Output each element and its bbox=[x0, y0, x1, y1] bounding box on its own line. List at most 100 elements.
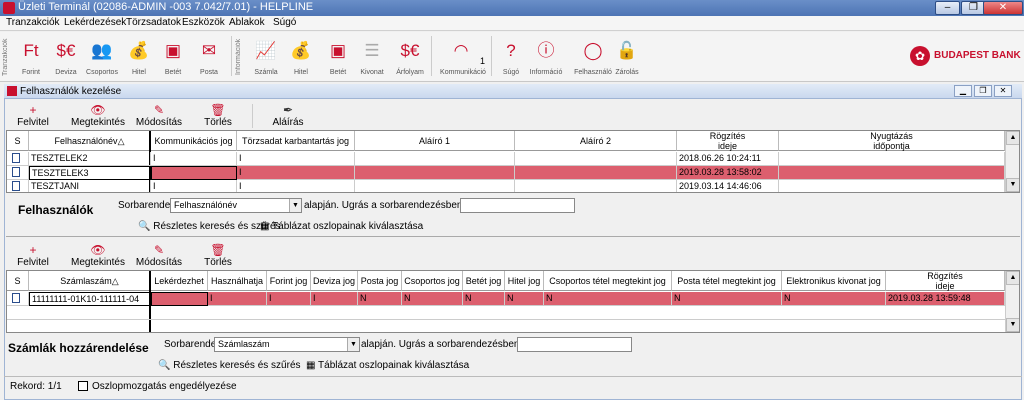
accounts-detailed-search-link[interactable]: 🔍 Részletes keresés és szűrés bbox=[158, 360, 301, 371]
header-alairo-2[interactable]: Aláíró 2 bbox=[515, 131, 677, 151]
view-user-button[interactable]: 👁 Megtekintés bbox=[70, 103, 126, 133]
cell-e-kivonat[interactable]: N bbox=[782, 292, 886, 306]
accounts-jump-input[interactable] bbox=[517, 337, 632, 352]
header-csoportos-jog[interactable]: Csoportos jog bbox=[402, 271, 463, 291]
cell-alairo1[interactable] bbox=[355, 180, 515, 192]
header-kommunikacios-jog[interactable]: Kommunikációs jog bbox=[151, 131, 237, 151]
header-e-kivonat-jog[interactable]: Elektronikus kivonat jog bbox=[782, 271, 886, 291]
cell-torzs[interactable]: I bbox=[237, 180, 355, 192]
accounts-sort-select[interactable]: Számlaszám ▼ bbox=[214, 337, 360, 352]
header-alairo-1[interactable]: Aláíró 1 bbox=[355, 131, 515, 151]
header-szamlaszam[interactable]: Számlaszám △ bbox=[29, 271, 151, 291]
cell-forint[interactable]: I bbox=[267, 292, 311, 306]
menu-tranzakciok[interactable]: Tranzakciók bbox=[6, 17, 60, 28]
edit-account-button[interactable]: ✎ Módosítás bbox=[134, 243, 184, 273]
delete-account-button[interactable]: 🗑 Törlés bbox=[200, 243, 236, 273]
header-felhasznalonev[interactable]: Felhasználónév △ bbox=[29, 131, 151, 151]
view-account-button[interactable]: 👁 Megtekintés bbox=[70, 243, 126, 273]
cell-torzs[interactable]: I bbox=[237, 166, 355, 180]
users-jump-input[interactable] bbox=[460, 198, 575, 213]
users-sort-select[interactable]: Felhasználónév ▼ bbox=[170, 198, 302, 213]
header-rogzites-ideje[interactable]: Rögzítés ideje bbox=[677, 131, 779, 151]
window-title: Üzleti Terminál (02086-ADMIN -003 7.042/… bbox=[18, 1, 314, 13]
header-hasznalhatja[interactable]: Használhatja bbox=[208, 271, 267, 291]
cell-account-number[interactable]: 11111111-01K10-111111-04 bbox=[29, 292, 151, 306]
menu-sugo[interactable]: Súgó bbox=[273, 17, 296, 28]
users-column-select-link[interactable]: ▦ Táblázat oszlopainak kiválasztása bbox=[260, 221, 423, 232]
toolbar-zarolas-button[interactable]: 🔓 Zárolás bbox=[608, 34, 646, 80]
cell-username[interactable]: TESZTELEK3 bbox=[29, 166, 151, 180]
scroll-down-icon[interactable]: ▼ bbox=[1006, 318, 1019, 332]
cell-alairo1[interactable] bbox=[355, 166, 515, 180]
scroll-down-icon[interactable]: ▼ bbox=[1006, 178, 1019, 192]
inner-close-button[interactable]: ✕ bbox=[994, 85, 1012, 97]
cell-nyugta[interactable] bbox=[779, 166, 1005, 180]
cell-rogzites[interactable]: 2018.06.26 10:24:11 bbox=[677, 152, 779, 166]
toolbar-posta-button[interactable]: ✉ Posta bbox=[190, 34, 228, 80]
scroll-up-icon[interactable]: ▲ bbox=[1006, 131, 1019, 145]
header-lekerdezhet[interactable]: Lekérdezhet bbox=[151, 271, 208, 291]
users-table: S Felhasználónév △ Kommunikációs jog Törz… bbox=[6, 130, 1020, 193]
add-account-button[interactable]: + Felvitel bbox=[14, 243, 52, 273]
toolbar-informacio-button[interactable]: ⓘ Információ bbox=[527, 34, 565, 80]
cell-hasznalhatja[interactable]: I bbox=[208, 292, 267, 306]
cell-lekerdezhet-focused[interactable] bbox=[151, 292, 208, 306]
menu-torzsadatok[interactable]: Törzsadatok bbox=[126, 17, 181, 28]
cell-rogzites[interactable]: 2019.03.28 13:59:48 bbox=[886, 292, 1005, 306]
users-table-scrollbar[interactable]: ▲ ▼ bbox=[1005, 131, 1019, 192]
accounts-column-select-link[interactable]: ▦ Táblázat oszlopainak kiválasztása bbox=[306, 360, 469, 371]
cell-alairo2[interactable] bbox=[515, 180, 677, 192]
cell-alairo1[interactable] bbox=[355, 152, 515, 166]
money-bag-icon: 💰 bbox=[128, 41, 150, 60]
cell-posta[interactable]: N bbox=[358, 292, 402, 306]
inner-restore-button[interactable]: ❐ bbox=[974, 85, 992, 97]
close-button[interactable]: ✕ bbox=[983, 1, 1023, 15]
cell-csoportos[interactable]: N bbox=[402, 292, 463, 306]
header-nyugtazas-idopontja[interactable]: Nyugtázás időpontja bbox=[779, 131, 1005, 151]
scroll-up-icon[interactable]: ▲ bbox=[1006, 271, 1019, 285]
header-csoportos-tetel-jog[interactable]: Csoportos tétel megtekint jog bbox=[544, 271, 672, 291]
delete-user-button[interactable]: 🗑 Törlés bbox=[200, 103, 236, 133]
cell-posta-tetel[interactable]: N bbox=[672, 292, 782, 306]
header-forint-jog[interactable]: Forint jog bbox=[267, 271, 311, 291]
cell-nyugta[interactable] bbox=[779, 152, 1005, 166]
cell-alairo2[interactable] bbox=[515, 152, 677, 166]
header-hitel-jog[interactable]: Hitel jog bbox=[505, 271, 544, 291]
cell-hitel[interactable]: N bbox=[505, 292, 544, 306]
menu-eszkozok[interactable]: Eszközök bbox=[182, 17, 225, 28]
menu-ablakok[interactable]: Ablakok bbox=[229, 17, 265, 28]
minimize-button[interactable]: – bbox=[935, 1, 960, 15]
sign-button[interactable]: ✒ Aláírás bbox=[266, 103, 310, 133]
cell-alairo2[interactable] bbox=[515, 166, 677, 180]
cell-nyugta[interactable] bbox=[779, 180, 1005, 192]
toolbar-arfolyam-button[interactable]: $€ Árfolyam bbox=[391, 34, 429, 80]
accounts-table-scrollbar[interactable]: ▲ ▼ bbox=[1005, 271, 1019, 332]
inner-minimize-button[interactable]: ▁ bbox=[954, 85, 972, 97]
cell-comm-focused[interactable] bbox=[151, 166, 237, 180]
menu-lekerdezesek[interactable]: Lekérdezések bbox=[64, 17, 126, 28]
cell-betet[interactable]: N bbox=[463, 292, 505, 306]
toolbar-kommunikacio-button[interactable]: ◠ 1 Kommunikáció bbox=[440, 34, 486, 80]
header-s[interactable]: S bbox=[7, 271, 29, 291]
header-rogzites-ideje[interactable]: Rögzítés ideje bbox=[886, 271, 1005, 291]
cell-comm[interactable]: I bbox=[151, 180, 237, 192]
cell-rogzites[interactable]: 2019.03.14 14:46:06 bbox=[677, 180, 779, 192]
header-s[interactable]: S bbox=[7, 131, 29, 151]
dropdown-arrow-icon: ▼ bbox=[289, 199, 301, 212]
cell-csoportos-tetel[interactable]: N bbox=[544, 292, 672, 306]
cell-username[interactable]: TESZTJANI bbox=[29, 180, 151, 192]
cell-username[interactable]: TESZTELEK2 bbox=[29, 152, 151, 166]
cell-deviza[interactable]: I bbox=[311, 292, 358, 306]
column-move-label: Oszlopmozgatás engedélyezése bbox=[92, 381, 237, 392]
header-betet-jog[interactable]: Betét jog bbox=[463, 271, 505, 291]
cell-rogzites[interactable]: 2019.03.28 13:58:02 bbox=[677, 166, 779, 180]
cell-torzs[interactable]: I bbox=[237, 152, 355, 166]
cell-comm[interactable]: I bbox=[151, 152, 237, 166]
header-posta-jog[interactable]: Posta jog bbox=[358, 271, 402, 291]
header-deviza-jog[interactable]: Deviza jog bbox=[311, 271, 358, 291]
edit-user-button[interactable]: ✎ Módosítás bbox=[134, 103, 184, 133]
column-move-checkbox[interactable] bbox=[78, 381, 88, 391]
add-user-button[interactable]: + Felvitel bbox=[14, 103, 52, 133]
header-torzsadat-jog[interactable]: Törzsadat karbantartás jog bbox=[237, 131, 355, 151]
header-posta-tetel-jog[interactable]: Posta tétel megtekint jog bbox=[672, 271, 782, 291]
